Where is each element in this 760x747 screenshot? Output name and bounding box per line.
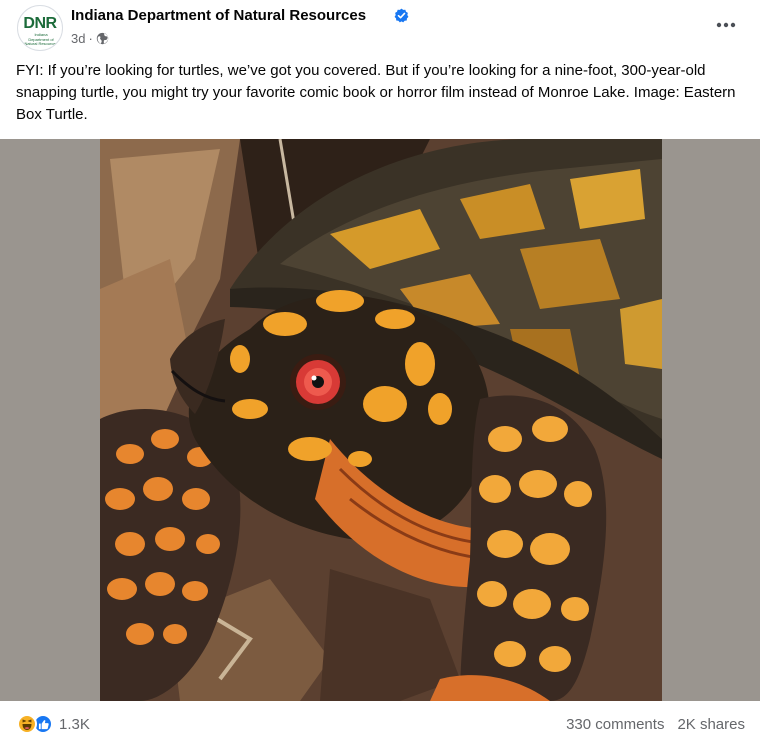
- post-photo[interactable]: [100, 139, 662, 701]
- photo-container[interactable]: [0, 139, 760, 701]
- post-stats: 330 comments 2K shares: [566, 716, 745, 733]
- reaction-summary[interactable]: 1.3K: [17, 714, 90, 734]
- verified-badge-icon: [394, 8, 409, 23]
- meta-separator: ·: [88, 31, 93, 46]
- shares-count[interactable]: 2K shares: [677, 716, 745, 733]
- dnr-logo-subtext: Indiana Department of Natural Resources: [24, 32, 58, 46]
- box-turtle-image: [100, 139, 662, 701]
- post-timestamp[interactable]: 3d: [71, 31, 85, 46]
- globe-icon: [96, 32, 108, 45]
- more-options-icon: [716, 22, 736, 28]
- post-meta: 3d ·: [71, 31, 109, 46]
- page-name-link[interactable]: Indiana Department of Natural Resources: [71, 7, 366, 24]
- post-footer: 1.3K 330 comments 2K shares: [0, 701, 760, 747]
- post-text: FYI: If you’re looking for turtles, we’v…: [16, 62, 736, 123]
- page-avatar[interactable]: DNR Indiana Department of Natural Resour…: [17, 5, 63, 51]
- reaction-count[interactable]: 1.3K: [59, 716, 90, 733]
- more-options-button[interactable]: [708, 10, 744, 40]
- comments-count[interactable]: 330 comments: [566, 716, 664, 733]
- haha-icon: [17, 714, 37, 734]
- post-header: DNR Indiana Department of Natural Resour…: [0, 0, 760, 56]
- dnr-logo-text: DNR: [23, 15, 57, 32]
